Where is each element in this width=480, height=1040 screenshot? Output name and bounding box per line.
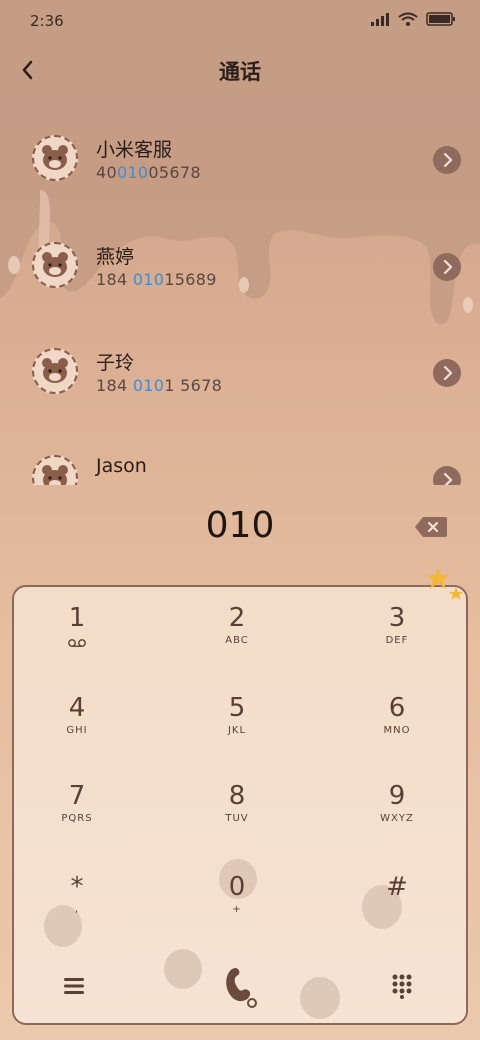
bear-avatar-icon bbox=[42, 252, 68, 277]
key-letters: GHI bbox=[66, 725, 88, 736]
key-letters: DEF bbox=[385, 635, 409, 646]
key-0[interactable]: 0 + bbox=[162, 864, 312, 944]
key-9[interactable]: 9 WXYZ bbox=[322, 773, 472, 853]
bear-avatar-icon bbox=[42, 465, 68, 485]
star-decoration-icon bbox=[426, 567, 463, 600]
key-letters: PQRS bbox=[61, 813, 93, 824]
bear-avatar-icon bbox=[42, 358, 68, 383]
contact-list[interactable]: 小米客服 4001005678 燕婷 184 01015689 子玲 184 0… bbox=[0, 115, 480, 485]
page-title: 通话 bbox=[219, 60, 261, 84]
avatar bbox=[32, 455, 78, 485]
chevron-right-circle-icon[interactable] bbox=[433, 359, 461, 387]
phone-call-icon[interactable] bbox=[220, 965, 262, 1009]
key-5[interactable]: 5 JKL bbox=[162, 685, 312, 765]
key-3[interactable]: 3 DEF bbox=[322, 595, 472, 675]
avatar bbox=[32, 135, 78, 181]
contact-number: 184 01015689 bbox=[96, 270, 217, 289]
chevron-right-circle-icon[interactable] bbox=[433, 253, 461, 281]
dial-input-display: 010 bbox=[205, 505, 275, 546]
key-digit: * bbox=[70, 872, 84, 902]
key-digit: 5 bbox=[228, 693, 246, 723]
key-letters: JKL bbox=[227, 725, 247, 736]
key-star[interactable]: * , bbox=[2, 864, 152, 944]
list-item[interactable]: 子玲 184 0101 5678 bbox=[0, 328, 480, 428]
paw-print-decoration bbox=[164, 949, 202, 989]
voicemail-icon bbox=[68, 639, 86, 647]
key-7[interactable]: 7 PQRS bbox=[2, 773, 152, 853]
key-digit: 2 bbox=[228, 603, 246, 633]
key-digit: 8 bbox=[228, 781, 246, 811]
contact-name: 小米客服 bbox=[96, 139, 173, 161]
key-digit: 3 bbox=[388, 603, 406, 633]
key-digit: 9 bbox=[388, 781, 406, 811]
chevron-right-circle-icon[interactable] bbox=[433, 466, 461, 485]
key-letters: MNO bbox=[383, 725, 411, 736]
header: 通话 bbox=[0, 50, 480, 90]
status-bar: 2:36 bbox=[0, 0, 480, 40]
avatar bbox=[32, 348, 78, 394]
menu-icon[interactable] bbox=[62, 975, 86, 997]
key-digit: 7 bbox=[68, 781, 86, 811]
key-digit: # bbox=[386, 872, 408, 902]
avatar bbox=[32, 242, 78, 288]
key-4[interactable]: 4 GHI bbox=[2, 685, 152, 765]
contact-number: 4001005678 bbox=[96, 163, 201, 182]
key-letters: , bbox=[74, 904, 80, 915]
key-1[interactable]: 1 bbox=[2, 595, 152, 675]
contact-name: Jason bbox=[96, 455, 147, 477]
key-letters: WXYZ bbox=[380, 813, 414, 824]
contact-name: 子玲 bbox=[96, 352, 135, 374]
wifi-icon bbox=[398, 12, 418, 26]
backspace-icon[interactable] bbox=[414, 516, 448, 538]
status-time: 2:36 bbox=[30, 12, 64, 30]
list-item[interactable]: 小米客服 4001005678 bbox=[0, 115, 480, 215]
contact-name: 燕婷 bbox=[96, 246, 135, 268]
keypad-icon[interactable] bbox=[390, 973, 414, 999]
key-2[interactable]: 2 ABC bbox=[162, 595, 312, 675]
signal-icon bbox=[371, 13, 389, 26]
key-digit: 4 bbox=[68, 693, 86, 723]
contact-number: 184 0101 5678 bbox=[96, 376, 223, 395]
key-digit: 0 bbox=[228, 872, 246, 902]
list-item[interactable]: Jason bbox=[0, 435, 480, 485]
key-6[interactable]: 6 MNO bbox=[322, 685, 472, 765]
key-8[interactable]: 8 TUV bbox=[162, 773, 312, 853]
key-letters: ABC bbox=[225, 635, 249, 646]
battery-icon bbox=[426, 12, 455, 26]
list-item[interactable]: 燕婷 184 01015689 bbox=[0, 222, 480, 322]
paw-print-decoration bbox=[300, 977, 340, 1019]
key-letters: TUV bbox=[225, 813, 249, 824]
chevron-right-circle-icon[interactable] bbox=[433, 146, 461, 174]
key-digit: 1 bbox=[68, 603, 86, 633]
key-digit: 6 bbox=[388, 693, 406, 723]
key-letters: + bbox=[232, 904, 242, 915]
key-hash[interactable]: # bbox=[322, 864, 472, 944]
bear-avatar-icon bbox=[42, 145, 68, 170]
